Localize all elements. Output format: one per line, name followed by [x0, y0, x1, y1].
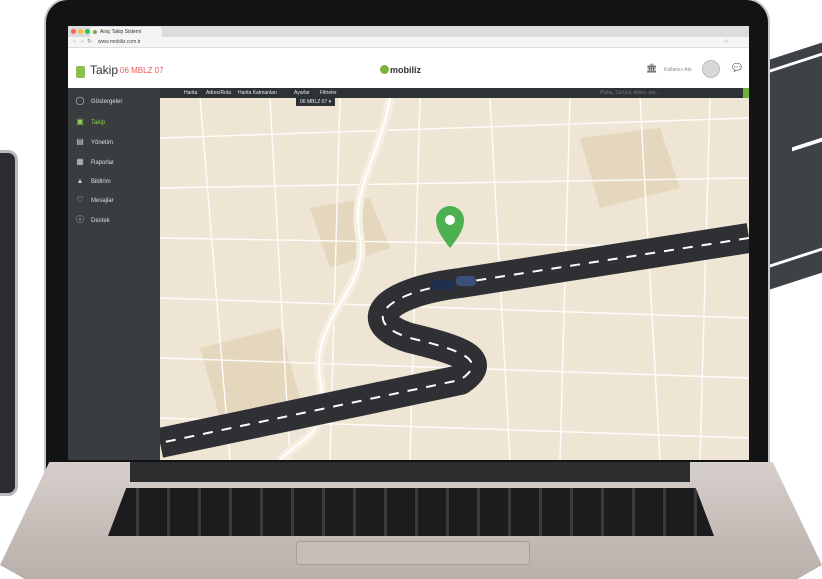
sidebar-item-label: Takip — [91, 120, 106, 126]
sidebar-item-label: Göstergeler — [91, 99, 123, 105]
sidebar-item-bildirim[interactable]: ▴ Bildirim — [74, 174, 160, 188]
search-input[interactable] — [600, 89, 740, 97]
app-header: Takip 06 MBLZ 07 mobiliz 🏛 Kullanıcı Adı… — [68, 48, 749, 89]
brand-name: mobiliz — [390, 65, 421, 75]
sidebar-item-yonetim[interactable]: ▤ Yönetim — [74, 135, 160, 149]
bell-icon: ▴ — [77, 176, 82, 185]
sidebar: ◯ Göstergeler ▣ Takip ▤ Yönetim ▦ Raporlar ▴… — [68, 88, 160, 460]
vehicle-marker — [432, 280, 454, 290]
bookmark-star-icon[interactable]: ☆ — [724, 38, 729, 45]
browser-tab[interactable]: Araç Takip Sistemi — [90, 27, 162, 37]
map-menu-bar: Harita Adres/Rota Harita Katmanları Ayar… — [160, 88, 749, 98]
vehicle-marker — [456, 276, 476, 286]
menu-item-harita[interactable]: Harita — [184, 88, 197, 98]
laptop-screen: Araç Takip Sistemi ← → ↻ www.mobiliz.com… — [68, 26, 749, 460]
browser-tab-bar: Araç Takip Sistemi — [68, 26, 749, 37]
menu-item-adres-rota[interactable]: Adres/Rota — [206, 88, 231, 98]
browser-tab-title: Araç Takip Sistemi — [100, 29, 142, 35]
menu-item-harita-katmanlari[interactable]: Harita Katmanları — [238, 88, 277, 98]
avatar[interactable] — [702, 60, 720, 78]
app-title: Takip — [90, 63, 119, 77]
close-window-button[interactable] — [71, 29, 76, 34]
sidebar-item-label: Mesajlar — [91, 198, 114, 204]
url-field[interactable]: www.mobiliz.com.tr — [98, 39, 141, 45]
sidebar-item-raporlar[interactable]: ▦ Raporlar — [74, 155, 160, 169]
map-view[interactable] — [160, 98, 749, 460]
back-icon[interactable]: ← — [72, 38, 78, 44]
vehicle-label-chip[interactable]: 06 MBLZ 07 ▾ — [296, 98, 336, 106]
panel-toggle-button[interactable] — [743, 88, 749, 98]
sidebar-item-gostergeler[interactable]: ◯ Göstergeler — [74, 94, 160, 108]
selected-plate[interactable]: 06 MBLZ 07 — [120, 66, 164, 75]
menu-item-ayarlar[interactable]: Ayarlar — [294, 88, 310, 98]
reload-icon[interactable]: ↻ — [87, 38, 92, 45]
sidebar-item-label: Raporlar — [91, 160, 115, 166]
gauge-icon: ◯ — [75, 96, 85, 105]
user-name: Kullanıcı Adı — [664, 67, 692, 73]
laptop-keyboard — [108, 488, 714, 536]
building-icon[interactable]: 🏛 — [646, 63, 657, 74]
truck-icon: ▤ — [76, 137, 84, 146]
laptop-hinge — [130, 462, 690, 482]
mobiliz-logo-icon — [380, 65, 389, 74]
report-icon: ▦ — [76, 157, 84, 166]
sidebar-item-takip[interactable]: ▣ Takip — [74, 115, 160, 129]
info-icon: ⓘ — [76, 215, 84, 224]
sidebar-item-destek[interactable]: ⓘ Destek — [74, 213, 160, 227]
message-icon: ♡ — [76, 195, 84, 204]
minimize-window-button[interactable] — [78, 29, 83, 34]
browser-address-bar: ← → ↻ www.mobiliz.com.tr ☆ — [68, 37, 749, 48]
forward-icon[interactable]: → — [79, 38, 85, 44]
vehicle-label: 06 MBLZ 07 — [300, 99, 328, 105]
sidebar-item-label: Destek — [91, 218, 110, 224]
map-icon: ▣ — [76, 117, 84, 126]
tablet-device-edge — [0, 150, 18, 496]
chat-icon[interactable]: 💬 — [732, 63, 742, 72]
sidebar-item-label: Yönetim — [91, 140, 114, 146]
favicon-icon — [93, 30, 97, 34]
sidebar-item-mesajlar[interactable]: ♡ Mesajlar — [74, 193, 160, 207]
laptop-trackpad — [296, 541, 530, 565]
sidebar-item-label: Bildirim — [91, 179, 111, 185]
decorative-road-graphic — [770, 20, 822, 290]
menu-item-filtreler[interactable]: Filtreler — [320, 88, 337, 98]
takip-logo-icon — [76, 66, 85, 78]
